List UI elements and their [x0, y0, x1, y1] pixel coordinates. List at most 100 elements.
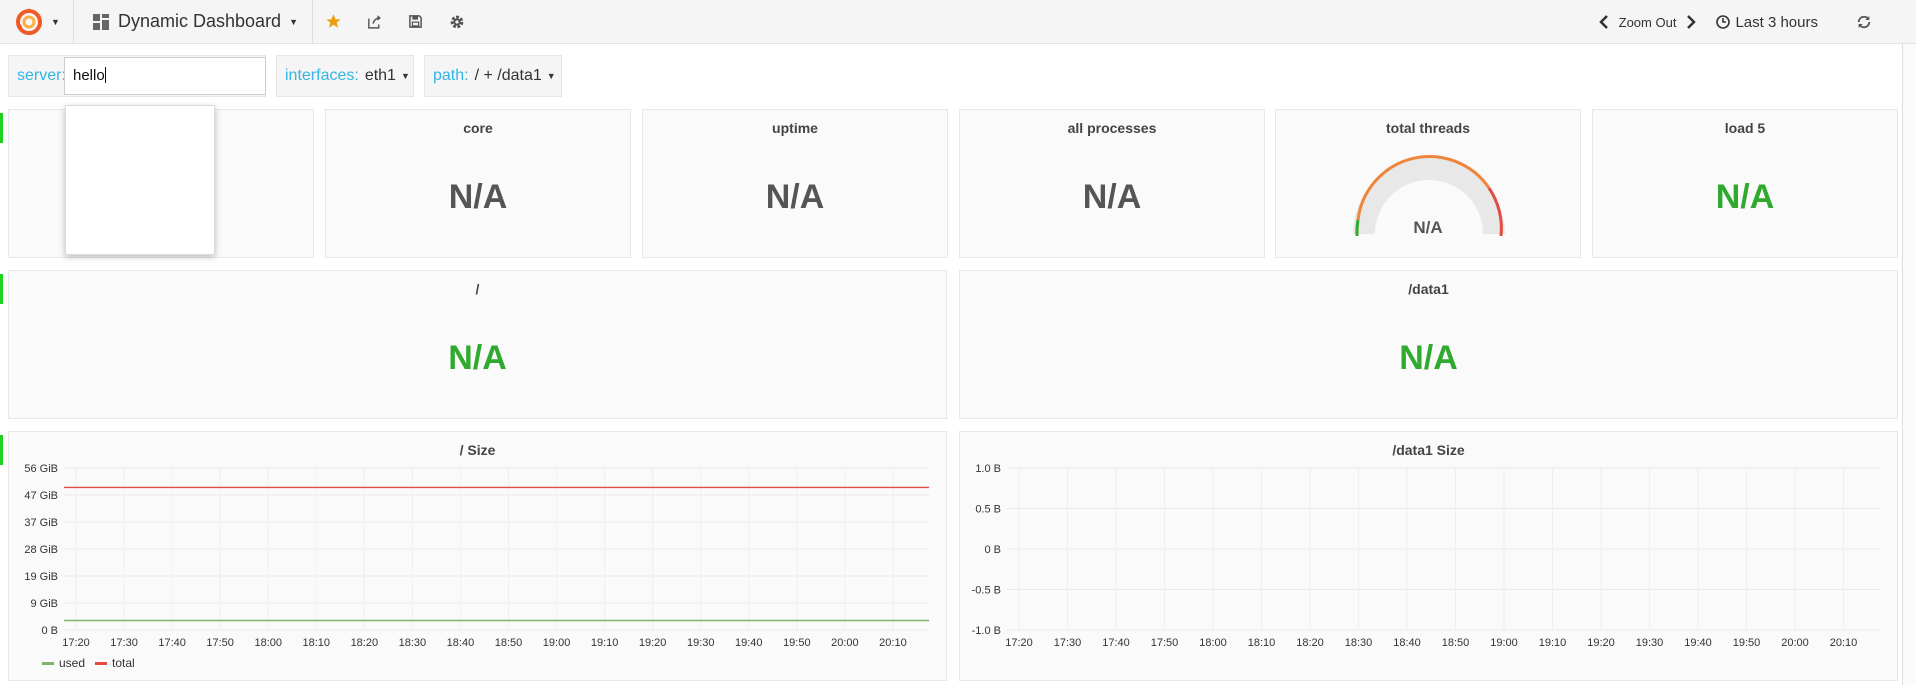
star-icon: [326, 14, 341, 28]
variable-server-label: server:: [17, 67, 66, 84]
stat-value: N/A: [765, 178, 825, 216]
x-tick-label: 18:00: [1199, 637, 1227, 649]
panel-root-usage: / N/A: [8, 270, 947, 419]
y-tick-label: 9 GiB: [30, 598, 58, 610]
grafana-menu-button[interactable]: ▼: [0, 0, 74, 44]
page-scrollbar[interactable]: [1902, 44, 1916, 685]
data1-size-graph[interactable]: 1.0 B 0.5 B 0 B -0.5 B -1.0 B 17:20 17:30 17:40…: [960, 432, 1899, 682]
dashboard-title: Dynamic Dashboard: [118, 11, 282, 31]
panel-title[interactable]: uptime: [643, 120, 947, 136]
x-tick-label: 18:00: [254, 637, 282, 649]
zoom-out-button[interactable]: Zoom Out: [1619, 15, 1677, 30]
x-tick-label: 19:30: [1636, 637, 1664, 649]
x-tick-label: 17:50: [206, 637, 234, 649]
chevron-right-icon[interactable]: [1686, 15, 1697, 29]
panel-data1-usage: /data1 N/A: [959, 270, 1898, 419]
x-tick-label: 19:50: [783, 637, 811, 649]
stat-value: N/A: [1082, 178, 1142, 216]
panel-root-size: / Size 56 GiB 47 GiB 37 GiB 28 GiB 19 GiB 9 G…: [8, 431, 947, 681]
panel-uptime: uptime N/A: [642, 109, 948, 258]
chevron-down-icon: ▼: [546, 71, 556, 81]
star-button[interactable]: [313, 0, 354, 44]
x-tick-label: 18:20: [1296, 637, 1324, 649]
x-tick-label: 19:00: [543, 637, 571, 649]
panel-title[interactable]: load 5: [1593, 120, 1897, 136]
y-tick-label: 1.0 B: [975, 463, 1001, 475]
y-tick-label: 0 B: [41, 625, 58, 637]
zoom-controls: Zoom Out: [1598, 15, 1697, 30]
panel-title[interactable]: /: [9, 281, 946, 297]
x-tick-label: 17:40: [1102, 637, 1130, 649]
settings-button[interactable]: [436, 0, 477, 44]
variable-path[interactable]: path: / + /data1 ▼: [424, 55, 562, 97]
stat-value: N/A: [1715, 178, 1775, 216]
gear-icon: [450, 15, 463, 28]
x-tick-label: 17:20: [62, 637, 90, 649]
x-tick-label: 18:10: [1248, 637, 1276, 649]
x-tick-label: 18:50: [1442, 637, 1470, 649]
time-range-label: Last 3 hours: [1735, 13, 1818, 31]
top-navbar: ▼ Dynamic Dashboard ▼ Zoom Out Last 3 ho…: [0, 0, 1916, 44]
row-marker[interactable]: [0, 274, 3, 304]
graph-legend: used total: [42, 656, 135, 670]
panel-load5: load 5 N/A: [1592, 109, 1898, 258]
chevron-down-icon: ▼: [289, 16, 298, 27]
server-options-dropdown[interactable]: [65, 105, 215, 255]
x-tick-label: 19:50: [1733, 637, 1761, 649]
variable-interfaces-label: interfaces:: [285, 67, 359, 84]
panel-title[interactable]: /data1: [960, 281, 1897, 297]
y-tick-label: 19 GiB: [24, 571, 58, 583]
x-tick-label: 19:20: [1587, 637, 1615, 649]
x-tick-label: 19:20: [639, 637, 667, 649]
panel-title[interactable]: total threads: [1276, 120, 1580, 136]
x-tick-label: 19:10: [591, 637, 619, 649]
refresh-icon: [1857, 15, 1871, 29]
x-tick-label: 20:00: [831, 637, 859, 649]
legend-item-used[interactable]: used: [42, 656, 85, 670]
x-tick-label: 18:40: [447, 637, 475, 649]
x-tick-label: 18:30: [1345, 637, 1373, 649]
panel-core: core N/A: [325, 109, 631, 258]
x-tick-label: 20:10: [1830, 637, 1858, 649]
x-tick-label: 19:10: [1539, 637, 1567, 649]
time-controls: Zoom Out Last 3 hours: [1598, 0, 1916, 44]
stat-value: N/A: [448, 178, 508, 216]
refresh-button[interactable]: [1856, 14, 1872, 30]
y-tick-label: 0.5 B: [975, 504, 1001, 516]
row-marker[interactable]: [0, 113, 3, 143]
server-variable-input[interactable]: hello: [64, 57, 266, 95]
x-tick-label: 19:40: [735, 637, 763, 649]
root-size-graph[interactable]: 56 GiB 47 GiB 37 GiB 28 GiB 19 GiB 9 GiB 0 B 17…: [9, 432, 948, 682]
time-range-picker[interactable]: Last 3 hours: [1716, 14, 1818, 31]
x-tick-label: 17:40: [158, 637, 186, 649]
save-button[interactable]: [395, 0, 436, 44]
gauge-value: N/A: [1413, 218, 1443, 237]
clock-icon: [1716, 15, 1731, 29]
x-tick-label: 18:30: [399, 637, 427, 649]
share-button[interactable]: [354, 0, 395, 44]
x-tick-label: 20:10: [879, 637, 907, 649]
row-marker[interactable]: [0, 435, 3, 465]
dashboard-picker[interactable]: Dynamic Dashboard ▼: [74, 0, 313, 44]
chevron-left-icon[interactable]: [1598, 15, 1609, 29]
server-input-value: hello: [73, 67, 105, 84]
variable-interfaces[interactable]: interfaces: eth1 ▼: [276, 55, 414, 97]
y-tick-label: 0 B: [984, 544, 1001, 556]
y-tick-label: -1.0 B: [972, 625, 1001, 637]
y-tick-label: -0.5 B: [972, 585, 1001, 597]
y-tick-label: 37 GiB: [24, 517, 58, 529]
x-tick-label: 17:30: [110, 637, 138, 649]
panel-all-processes: all processes N/A: [959, 109, 1265, 258]
save-icon: [409, 15, 422, 28]
panel-total-threads: total threads N/A: [1275, 109, 1581, 258]
panel-title[interactable]: core: [326, 120, 630, 136]
legend-label: used: [59, 656, 86, 670]
x-tick-label: 19:00: [1490, 637, 1518, 649]
text-cursor: [104, 67, 106, 83]
chevron-down-icon: ▼: [51, 16, 60, 27]
legend-swatch: [42, 661, 54, 665]
x-tick-label: 17:50: [1151, 637, 1179, 649]
x-tick-label: 17:20: [1005, 637, 1033, 649]
panel-title[interactable]: all processes: [960, 120, 1264, 136]
legend-item-total[interactable]: total: [95, 656, 135, 670]
